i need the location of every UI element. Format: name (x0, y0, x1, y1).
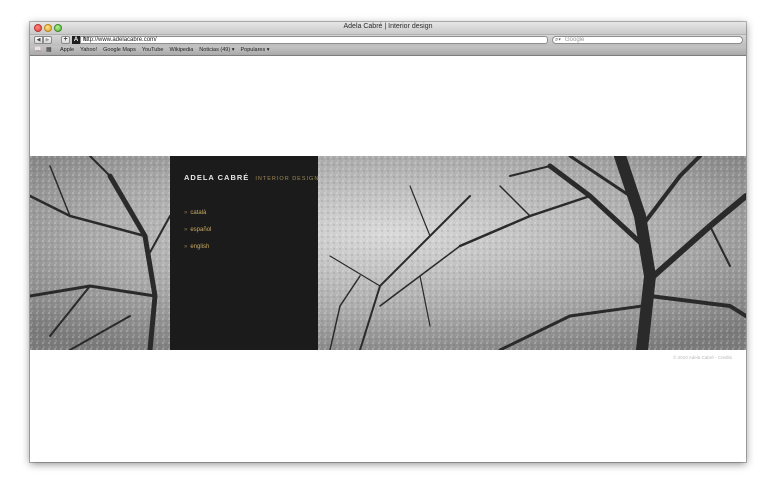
bookmark-google-maps[interactable]: Google Maps (103, 46, 136, 55)
back-arrow-icon: ◀ (36, 37, 41, 43)
chevron-right-icon: » (184, 227, 188, 233)
language-label: català (190, 210, 207, 216)
window-title: Adela Cabré | Interior design (343, 23, 433, 30)
reload-icon[interactable]: ↻ (83, 37, 544, 44)
browser-window: Adela Cabré | Interior design ◀ ▶ + A ht… (30, 22, 746, 462)
bookmark-yahoo[interactable]: Yahoo! (80, 46, 97, 55)
bookmarks-bar: 📖 ▦ Apple Yahoo! Google Maps YouTube Wik… (30, 46, 746, 56)
bookmark-noticias[interactable]: Noticias (49) ▾ (199, 46, 234, 55)
footer-credits[interactable]: © 2010 Adela Cabré · Credits (673, 355, 732, 360)
brand-subtitle: INTERIOR DESIGN (255, 176, 320, 182)
reading-list-icon[interactable]: 📖 (34, 47, 41, 54)
bookmark-list: Apple Yahoo! Google Maps YouTube Wikiped… (60, 46, 270, 55)
language-label: español (190, 227, 212, 233)
hero-tree-image (30, 156, 746, 350)
add-bookmark-button[interactable]: + (61, 36, 70, 44)
site-brand: ADELA CABRÉ INTERIOR DESIGN (184, 173, 319, 182)
search-field[interactable]: ⌕▾ Google (552, 36, 743, 44)
bookmark-apple[interactable]: Apple (60, 46, 74, 55)
web-page: ADELA CABRÉ INTERIOR DESIGN » català » esp… (30, 56, 746, 462)
language-link-catala[interactable]: » català (184, 210, 211, 216)
language-label: english (190, 244, 210, 250)
brand-name: ADELA CABRÉ (184, 173, 250, 182)
back-button[interactable]: ◀ (34, 36, 43, 44)
grid-icon[interactable]: ▦ (46, 47, 52, 54)
search-placeholder: Google (565, 37, 585, 43)
language-menu: » català » español » english (184, 210, 211, 261)
site-favicon-icon: A (72, 36, 80, 44)
bookmark-wikipedia[interactable]: Wikipedia (169, 46, 193, 55)
address-bar[interactable]: http://www.adelacabre.com/ ↻ (80, 36, 548, 44)
toolbar: ◀ ▶ + A http://www.adelacabre.com/ ↻ ⌕▾ … (30, 35, 746, 46)
search-icon: ⌕▾ (555, 37, 561, 43)
forward-arrow-icon: ▶ (45, 37, 50, 43)
bookmark-youtube[interactable]: YouTube (142, 46, 164, 55)
bookmark-populares[interactable]: Populares ▾ (240, 46, 269, 55)
forward-button[interactable]: ▶ (43, 36, 52, 44)
site-panel: ADELA CABRÉ INTERIOR DESIGN » català » esp… (170, 156, 318, 350)
chevron-right-icon: » (184, 244, 188, 250)
chevron-right-icon: » (184, 210, 188, 216)
plus-icon: + (63, 36, 68, 43)
language-link-english[interactable]: » english (184, 244, 211, 250)
title-bar: Adela Cabré | Interior design (30, 22, 746, 35)
language-link-espanol[interactable]: » español (184, 227, 211, 233)
tree-photo-illustration (30, 156, 746, 350)
